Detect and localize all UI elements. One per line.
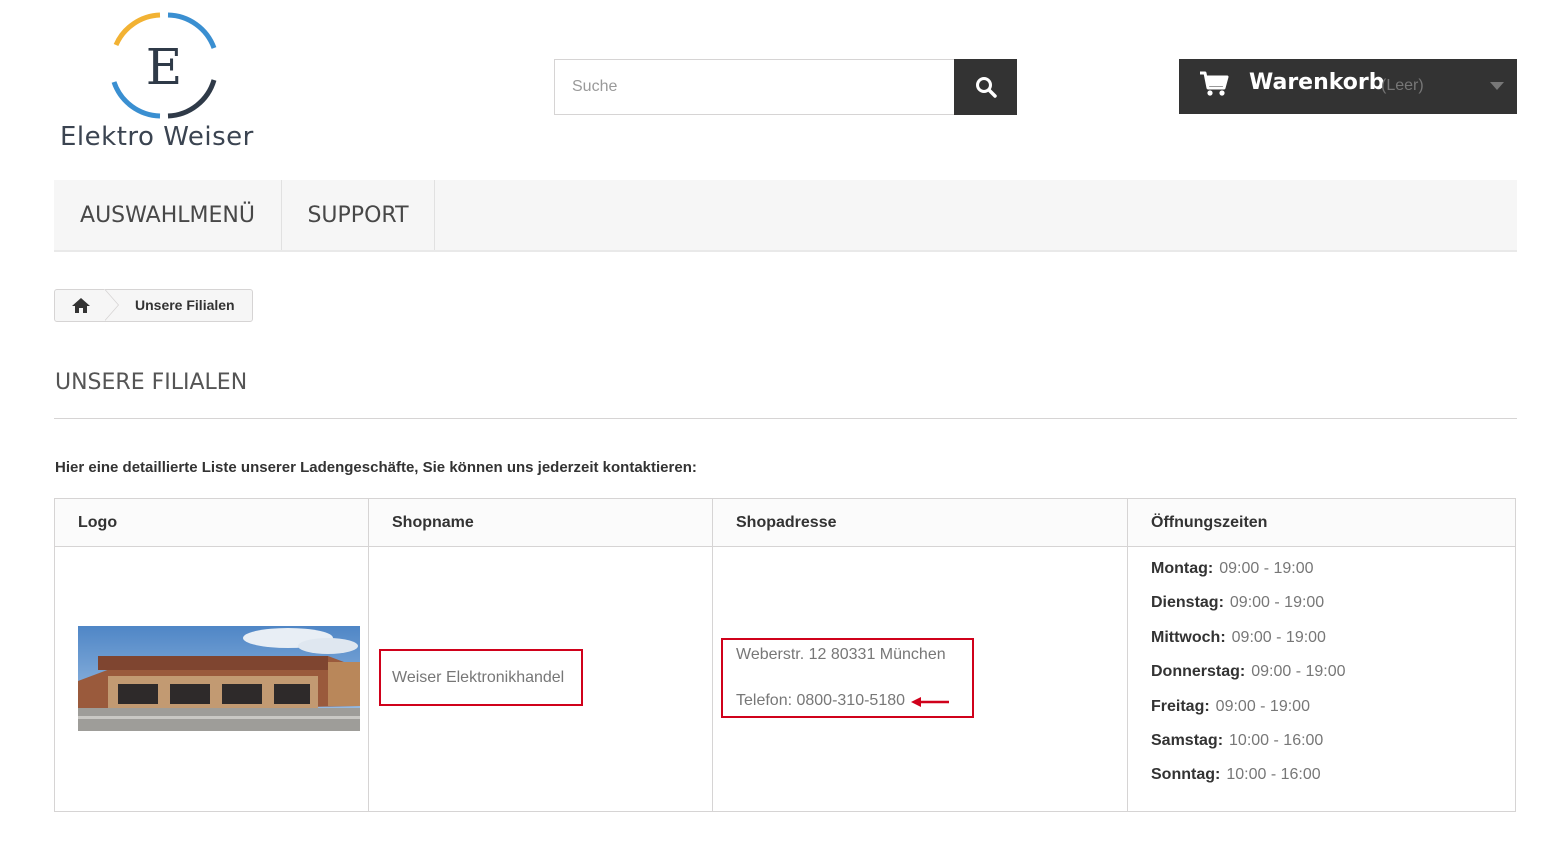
main-nav: AUSWAHLMENÜ SUPPORT: [54, 180, 1517, 252]
hours-row: Mittwoch: 09:00 - 19:00: [1151, 628, 1326, 646]
shopname-value: Weiser Elektronikhandel: [392, 669, 565, 686]
shopping-cart-icon: [1200, 71, 1229, 96]
page-title: UNSERE FILIALEN: [55, 370, 248, 395]
hours-row: Freitag: 09:00 - 19:00: [1151, 697, 1310, 715]
intro-text: Hier eine detaillierte Liste unserer Lad…: [55, 459, 697, 476]
search-button[interactable]: [954, 59, 1017, 115]
opening-hours-list: Montag: 09:00 - 19:00 Dienstag: 09:00 - 19…: [1151, 560, 1346, 801]
stores-table: Logo Shopname Shopadresse Öffnungszeiten…: [54, 498, 1516, 812]
hours-row: Sonntag: 10:00 - 16:00: [1151, 766, 1321, 784]
hours-row: Donnerstag: 09:00 - 19:00: [1151, 663, 1346, 681]
phone-value: Telefon: 0800-310-5180: [736, 692, 906, 709]
column-header-address: Shopadresse: [736, 514, 837, 531]
arrow-left-icon: [911, 697, 949, 707]
hours-row: Montag: 09:00 - 19:00: [1151, 560, 1314, 577]
search-icon: [975, 77, 997, 98]
cart-label: Warenkorb: [1249, 70, 1385, 95]
breadcrumb-current: Unsere Filialen: [135, 297, 235, 313]
column-divider: [712, 499, 713, 811]
cart-button[interactable]: Warenkorb (Leer): [1179, 59, 1517, 114]
table-header: Logo Shopname Shopadresse Öffnungszeiten: [55, 499, 1515, 547]
column-header-shopname: Shopname: [392, 514, 474, 531]
breadcrumb-separator-inner: [104, 289, 118, 321]
nav-item-support[interactable]: SUPPORT: [282, 180, 435, 250]
search-input[interactable]: [554, 59, 954, 115]
column-divider: [368, 499, 369, 811]
logo-emblem: E: [111, 12, 217, 119]
column-header-logo: Logo: [78, 514, 118, 531]
chevron-down-icon: [1490, 82, 1504, 90]
search-bar: [554, 59, 1017, 115]
hours-row: Dienstag: 09:00 - 19:00: [1151, 594, 1325, 612]
address-value: Weberstr. 12 80331 München: [736, 646, 946, 663]
site-logo[interactable]: E Elektro Weiser: [56, 12, 271, 157]
store-photo: [78, 626, 360, 731]
logo-letter: E: [146, 38, 183, 96]
nav-item-auswahlmenue[interactable]: AUSWAHLMENÜ: [54, 180, 282, 250]
home-icon: [72, 298, 90, 313]
hours-row: Samstag: 10:00 - 16:00: [1151, 731, 1324, 749]
column-header-hours: Öffnungszeiten: [1151, 514, 1268, 531]
breadcrumb: Unsere Filialen: [54, 289, 253, 322]
cart-status: (Leer): [1381, 77, 1424, 94]
logo-text: Elektro Weiser: [60, 122, 254, 152]
breadcrumb-home[interactable]: [55, 290, 107, 321]
divider: [54, 418, 1517, 419]
column-divider: [1127, 499, 1128, 811]
